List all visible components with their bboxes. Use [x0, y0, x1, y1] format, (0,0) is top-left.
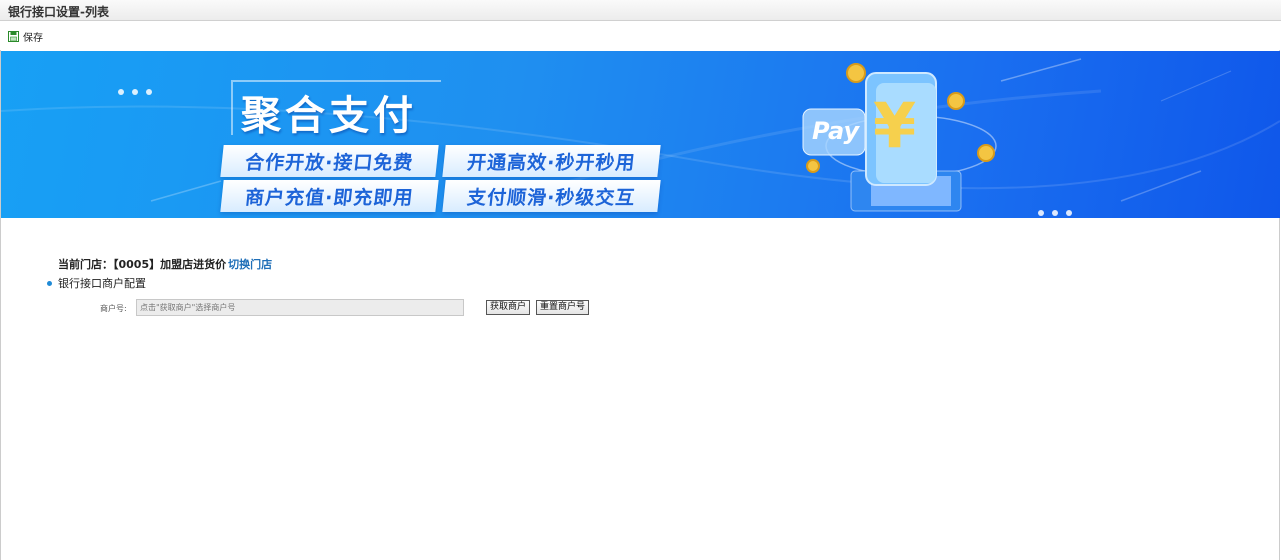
save-button[interactable]: 保存 — [8, 28, 43, 44]
banner-tag: 商户充值·即充即用 — [220, 180, 439, 212]
merchant-id-label: 商户号: — [100, 304, 127, 313]
current-store-line: 当前门店：【0005】加盟店进货价 切换门店 — [58, 256, 272, 272]
section-header: 银行接口商户配置 — [47, 275, 146, 291]
bullet-icon — [47, 280, 52, 286]
banner-tag: 开通高效·秒开秒用 — [442, 145, 661, 177]
reset-merchant-button[interactable]: 重置商户号 — [536, 300, 590, 315]
yuan-icon: ¥ — [873, 89, 917, 162]
fetch-merchant-button[interactable]: 获取商户 — [486, 300, 531, 315]
save-button-label: 保存 — [23, 32, 43, 44]
promo-banner: 聚合支付 合作开放·接口免费 开通高效·秒开秒用 商户充值·即充即用 支付顺滑·… — [1, 51, 1280, 218]
banner-tag: 合作开放·接口免费 — [220, 145, 439, 177]
window-titlebar: 银行接口设置-列表 — [0, 0, 1281, 21]
merchant-id-input[interactable] — [136, 299, 464, 316]
pay-label: Pay — [812, 117, 860, 145]
banner-tag: 支付顺滑·秒级交互 — [442, 180, 661, 212]
toolbar: 保存 — [0, 22, 1281, 50]
banner-title: 聚合支付 — [241, 93, 417, 139]
floppy-disk-icon — [8, 30, 19, 42]
current-store-name: 【0005】加盟店进货价 — [113, 258, 227, 271]
window-title: 银行接口设置-列表 — [8, 5, 109, 19]
section-title: 银行接口商户配置 — [58, 277, 146, 290]
switch-store-link[interactable]: 切换门店 — [228, 258, 272, 271]
current-store-prefix: 当前门店： — [58, 258, 113, 271]
